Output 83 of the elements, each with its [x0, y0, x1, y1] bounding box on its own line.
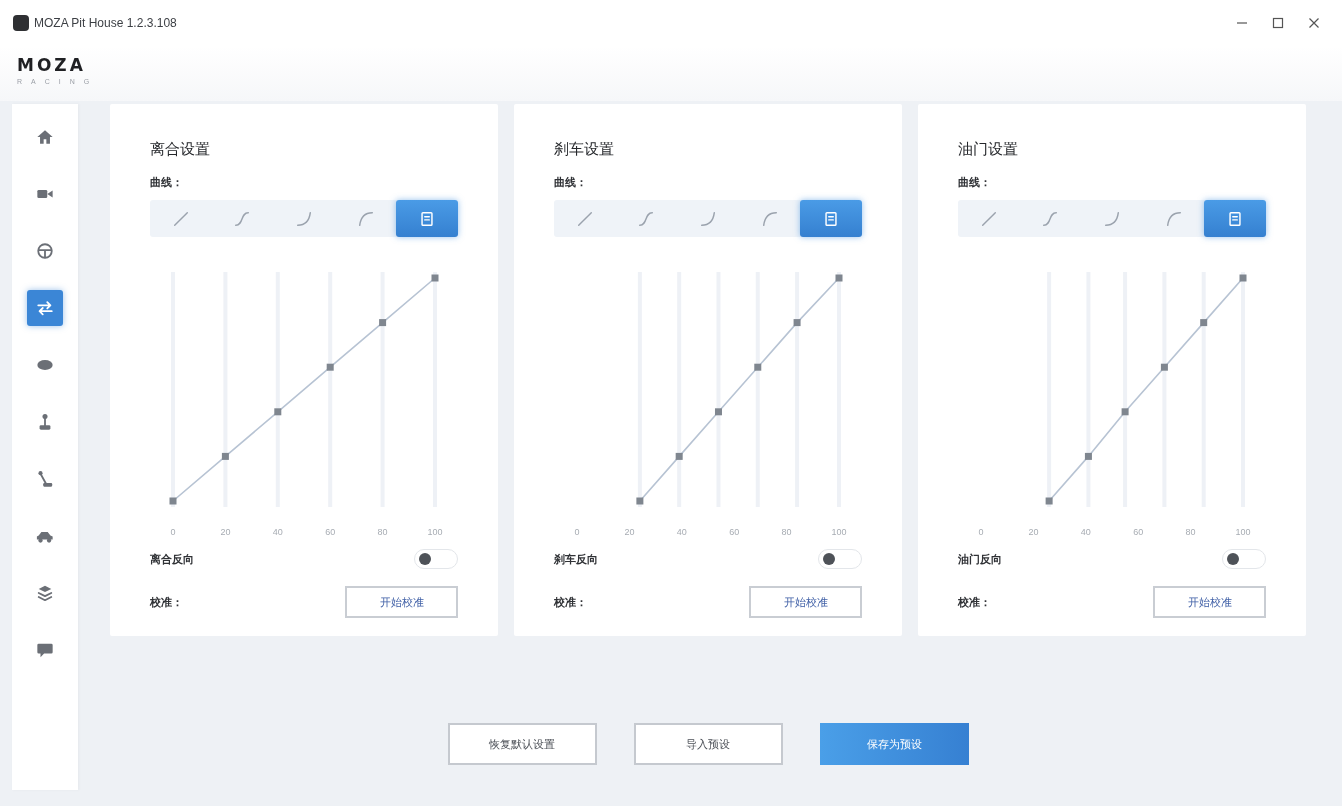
- curve-point[interactable]: [793, 319, 801, 327]
- linear-curve-icon: [171, 209, 190, 228]
- window-title: MOZA Pit House 1.2.3.108: [34, 16, 177, 30]
- curve-point[interactable]: [169, 497, 177, 505]
- x-axis-label: 80: [1185, 527, 1196, 537]
- curve-point[interactable]: [1160, 363, 1168, 371]
- curve-point[interactable]: [221, 452, 229, 460]
- x-axis-label: 0: [978, 527, 984, 537]
- reverse-label: 油门反向: [958, 551, 1002, 567]
- calibrate-button[interactable]: 开始校准: [749, 586, 862, 618]
- curve-point[interactable]: [326, 363, 334, 371]
- angled-lever-icon: [36, 470, 54, 488]
- curve-point[interactable]: [1084, 452, 1092, 460]
- curve-label: 曲线：: [150, 175, 184, 190]
- reverse-switch[interactable]: [1222, 549, 1266, 569]
- x-axis-label: 0: [170, 527, 176, 537]
- brand-logo: MOZA: [17, 56, 87, 75]
- curve-point[interactable]: [715, 408, 722, 416]
- steering-wheel-icon: [36, 242, 54, 260]
- convex-curve-icon: [356, 209, 375, 228]
- x-axis-label: 40: [676, 527, 687, 537]
- layers-icon: [36, 584, 54, 602]
- app-icon: [13, 15, 29, 31]
- calibrate-button[interactable]: 开始校准: [1153, 586, 1266, 618]
- x-axis-label: 100: [831, 527, 847, 537]
- action-button[interactable]: 恢复默认设置: [447, 723, 597, 765]
- x-axis-label: 60: [1133, 527, 1144, 537]
- linear-curve-icon: [979, 209, 998, 228]
- s-curve-icon: [233, 209, 252, 228]
- x-axis-label: 80: [781, 527, 792, 537]
- sidebar-item[interactable]: [27, 290, 63, 326]
- x-axis-label: 20: [220, 527, 231, 537]
- x-axis-label: 20: [1028, 527, 1039, 537]
- curve-point[interactable]: [274, 408, 282, 416]
- x-axis-label: 20: [624, 527, 635, 537]
- calibration-label: 校准：: [150, 594, 183, 610]
- concave-curve-icon: [295, 209, 313, 228]
- curve-point[interactable]: [1200, 319, 1208, 327]
- x-axis-label: 60: [325, 527, 336, 537]
- arrows-icon: [36, 299, 54, 317]
- curve-point[interactable]: [431, 274, 439, 282]
- x-axis-label: 100: [1235, 527, 1251, 537]
- linear-curve-icon: [575, 209, 594, 228]
- x-axis-label: 100: [427, 527, 443, 537]
- curve-preset-button[interactable]: [800, 200, 862, 237]
- curve-preset-button[interactable]: [396, 200, 458, 237]
- curve-point[interactable]: [835, 274, 843, 282]
- x-axis-label: 0: [574, 527, 580, 537]
- panel-title: 刹车设置: [554, 139, 615, 159]
- curve-point[interactable]: [1045, 497, 1053, 505]
- curve-point[interactable]: [1239, 274, 1247, 282]
- calibration-label: 校准：: [958, 594, 991, 610]
- curve-point[interactable]: [754, 363, 762, 371]
- panel-title: 油门设置: [958, 139, 1019, 159]
- x-axis-label: 80: [377, 527, 388, 537]
- maximize-icon: [1272, 17, 1284, 29]
- curve-point[interactable]: [675, 452, 683, 460]
- reverse-label: 刹车反向: [554, 551, 598, 567]
- convex-curve-icon: [760, 209, 779, 228]
- curve-point[interactable]: [379, 319, 387, 327]
- convex-curve-icon: [1164, 209, 1183, 228]
- reverse-switch[interactable]: [818, 549, 862, 569]
- curve-point[interactable]: [1121, 408, 1129, 416]
- close-icon: [1308, 17, 1320, 29]
- reverse-switch[interactable]: [414, 549, 458, 569]
- curve-point[interactable]: [636, 497, 644, 505]
- reverse-label: 离合反向: [150, 551, 194, 567]
- action-button[interactable]: 导入预设: [633, 723, 783, 765]
- panel-title: 离合设置: [150, 139, 211, 159]
- x-axis-label: 60: [729, 527, 740, 537]
- s-curve-icon: [1041, 209, 1060, 228]
- x-axis-label: 40: [1080, 527, 1091, 537]
- curve-label: 曲线：: [958, 175, 992, 190]
- concave-curve-icon: [699, 209, 717, 228]
- chat-icon: [36, 641, 54, 659]
- curve-label: 曲线：: [554, 175, 588, 190]
- concave-curve-icon: [1103, 209, 1121, 228]
- calibrate-button[interactable]: 开始校准: [345, 586, 458, 618]
- x-axis-label: 40: [272, 527, 283, 537]
- s-curve-icon: [637, 209, 656, 228]
- curve-preset-button[interactable]: [1204, 200, 1266, 237]
- calibration-label: 校准：: [554, 594, 587, 610]
- home-icon: [36, 128, 54, 146]
